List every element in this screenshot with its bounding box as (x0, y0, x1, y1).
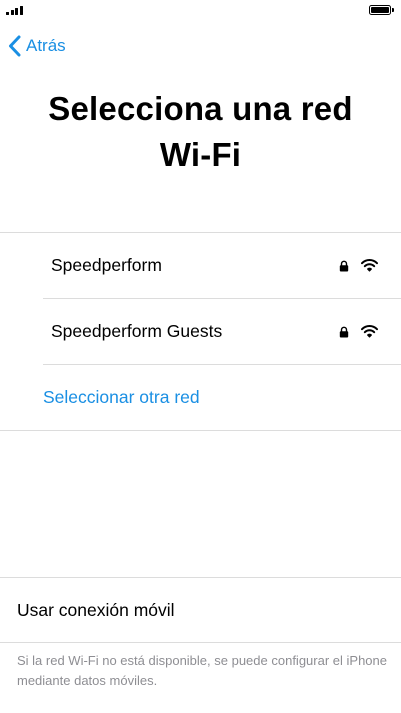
lock-icon (339, 326, 349, 338)
use-cellular-button[interactable]: Usar conexión móvil (0, 577, 401, 643)
chevron-left-icon (9, 35, 21, 57)
network-name: Speedperform (51, 255, 162, 275)
network-row-speedperform[interactable]: Speedperform (43, 233, 401, 299)
wifi-network-list: Speedperform Speedperform Guests Selecci… (0, 232, 401, 431)
back-label: Atrás (26, 36, 66, 55)
network-row-speedperform-guests[interactable]: Speedperform Guests (43, 299, 401, 365)
back-button[interactable]: Atrás (8, 33, 66, 59)
choose-other-network-button[interactable]: Seleccionar otra red (43, 365, 401, 430)
cellular-note: Si la red Wi-Fi no está disponible, se p… (17, 653, 387, 688)
wifi-icon (361, 259, 378, 272)
wifi-icon (361, 325, 378, 338)
battery-icon (369, 5, 394, 15)
network-name: Speedperform Guests (51, 321, 223, 341)
cellular-signal-icon (6, 6, 23, 15)
cellular-label: Usar conexión móvil (17, 600, 175, 620)
page-title: Selecciona una red Wi-Fi (48, 90, 353, 173)
other-network-label: Seleccionar otra red (43, 387, 200, 407)
status-bar (0, 0, 401, 22)
lock-icon (339, 260, 349, 272)
